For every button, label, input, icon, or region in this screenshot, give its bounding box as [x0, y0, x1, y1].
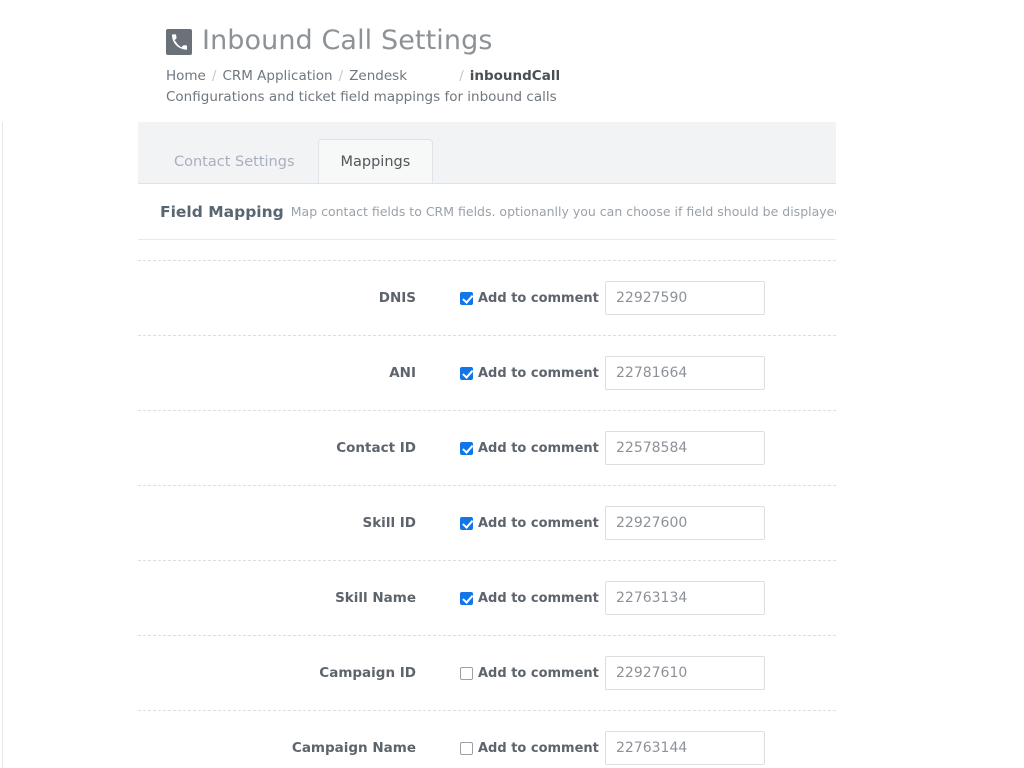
field-label: Campaign ID — [138, 665, 428, 681]
add-to-comment-checkbox[interactable] — [460, 517, 473, 530]
crm-field-input-wrap — [605, 581, 765, 615]
left-edge-divider — [2, 122, 3, 768]
add-to-comment-group[interactable]: Add to comment — [428, 516, 583, 531]
panel-heading-subtitle: Map contact fields to CRM fields. option… — [291, 204, 836, 219]
add-to-comment-checkbox[interactable] — [460, 742, 473, 755]
add-to-comment-group[interactable]: Add to comment — [428, 591, 583, 606]
add-to-comment-label[interactable]: Add to comment — [478, 741, 599, 756]
crm-field-input[interactable] — [605, 581, 765, 615]
tab-strip: Contact Settings Mappings — [138, 122, 836, 184]
add-to-comment-group[interactable]: Add to comment — [428, 441, 583, 456]
add-to-comment-checkbox[interactable] — [460, 367, 473, 380]
table-row: Contact ID Add to comment — [138, 410, 836, 485]
breadcrumb-item-current: inboundCall — [470, 67, 560, 85]
add-to-comment-checkbox[interactable] — [460, 592, 473, 605]
crm-field-input-wrap — [605, 281, 765, 315]
field-label: Skill ID — [138, 515, 428, 531]
add-to-comment-label[interactable]: Add to comment — [478, 441, 599, 456]
field-label: Skill Name — [138, 590, 428, 606]
add-to-comment-checkbox[interactable] — [460, 442, 473, 455]
crm-field-input-wrap — [605, 506, 765, 540]
field-label: Campaign Name — [138, 740, 428, 756]
crm-field-input-wrap — [605, 431, 765, 465]
add-to-comment-label[interactable]: Add to comment — [478, 591, 599, 606]
crm-field-input[interactable] — [605, 731, 765, 765]
panel-heading-title: Field Mapping — [160, 203, 284, 221]
breadcrumb: Home / CRM Application / Zendesk / inbou… — [166, 67, 866, 85]
add-to-comment-checkbox[interactable] — [460, 292, 473, 305]
table-row: Campaign Name Add to comment — [138, 710, 836, 768]
add-to-comment-group[interactable]: Add to comment — [428, 291, 583, 306]
breadcrumb-separator: / — [333, 67, 350, 85]
page-header: Inbound Call Settings Home / CRM Applica… — [166, 22, 866, 106]
tab-contact-settings[interactable]: Contact Settings — [151, 139, 318, 183]
breadcrumb-separator: / — [453, 67, 470, 85]
title-row: Inbound Call Settings — [166, 22, 866, 60]
breadcrumb-item-home[interactable]: Home — [166, 67, 206, 85]
crm-field-input[interactable] — [605, 281, 765, 315]
table-row: Campaign ID Add to comment — [138, 635, 836, 710]
add-to-comment-checkbox[interactable] — [460, 667, 473, 680]
breadcrumb-separator: / — [206, 67, 223, 85]
crm-field-input-wrap — [605, 731, 765, 765]
panel-heading: Field Mapping Map contact fields to CRM … — [138, 184, 836, 240]
add-to-comment-label[interactable]: Add to comment — [478, 666, 599, 681]
add-to-comment-label[interactable]: Add to comment — [478, 366, 599, 381]
field-label: ANI — [138, 365, 428, 381]
crm-field-input[interactable] — [605, 431, 765, 465]
table-row: Skill ID Add to comment — [138, 485, 836, 560]
add-to-comment-label[interactable]: Add to comment — [478, 291, 599, 306]
page-title: Inbound Call Settings — [202, 24, 493, 58]
add-to-comment-label[interactable]: Add to comment — [478, 516, 599, 531]
crm-field-input[interactable] — [605, 656, 765, 690]
field-label: Contact ID — [138, 440, 428, 456]
page-root: Inbound Call Settings Home / CRM Applica… — [0, 0, 1024, 768]
crm-field-input-wrap — [605, 656, 765, 690]
table-row: Skill Name Add to comment — [138, 560, 836, 635]
tab-mappings[interactable]: Mappings — [318, 139, 434, 183]
phone-icon — [166, 29, 192, 55]
page-subtitle: Configurations and ticket field mappings… — [166, 88, 866, 106]
add-to-comment-group[interactable]: Add to comment — [428, 741, 583, 756]
add-to-comment-group[interactable]: Add to comment — [428, 366, 583, 381]
breadcrumb-item-zendesk[interactable]: Zendesk — [349, 67, 453, 85]
crm-field-input[interactable] — [605, 506, 765, 540]
crm-field-input-wrap — [605, 356, 765, 390]
table-row: ANI Add to comment — [138, 335, 836, 410]
field-mapping-list: DNIS Add to comment ANI Add to comment — [138, 240, 836, 768]
settings-panel: Contact Settings Mappings Field Mapping … — [138, 122, 836, 768]
table-row: DNIS Add to comment — [138, 260, 836, 335]
breadcrumb-item-crm-application[interactable]: CRM Application — [222, 67, 332, 85]
field-label: DNIS — [138, 290, 428, 306]
add-to-comment-group[interactable]: Add to comment — [428, 666, 583, 681]
crm-field-input[interactable] — [605, 356, 765, 390]
